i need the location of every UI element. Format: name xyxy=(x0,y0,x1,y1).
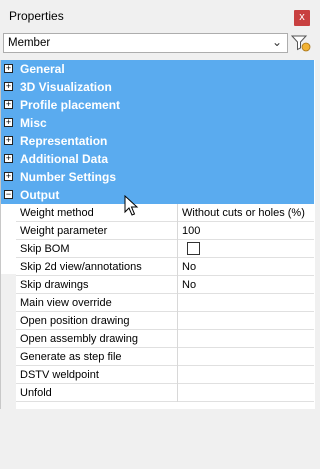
expand-icon[interactable]: + xyxy=(4,82,13,91)
property-row[interactable]: Weight parameter 100 xyxy=(16,222,314,240)
chevron-down-icon: ⌄ xyxy=(271,35,282,49)
expand-icon[interactable]: + xyxy=(4,64,13,73)
expand-icon[interactable]: + xyxy=(4,154,13,163)
panel-title: Properties xyxy=(9,9,64,23)
close-icon: x xyxy=(299,11,305,23)
property-row[interactable]: Open assembly drawing xyxy=(16,330,314,348)
category-label: Profile placement xyxy=(20,98,121,112)
property-row[interactable]: Skip drawings No xyxy=(16,276,314,294)
title-bar: Properties x xyxy=(0,0,315,32)
category-misc[interactable]: + Misc xyxy=(1,114,314,132)
column-divider[interactable] xyxy=(177,204,178,222)
property-row[interactable]: Skip BOM xyxy=(16,240,314,258)
property-name: DSTV weldpoint xyxy=(20,369,99,381)
category-label: Misc xyxy=(20,116,47,130)
property-name: Generate as step file xyxy=(20,351,122,363)
category-label: Output xyxy=(20,188,60,202)
column-divider[interactable] xyxy=(177,348,178,366)
filter-icon xyxy=(290,35,311,52)
property-name: Weight method xyxy=(20,207,94,219)
expand-icon[interactable]: + xyxy=(4,136,13,145)
column-divider[interactable] xyxy=(177,294,178,312)
expand-icon[interactable]: + xyxy=(4,100,13,109)
category-general[interactable]: + General xyxy=(1,60,314,78)
object-type-value: Member xyxy=(8,37,51,49)
property-row[interactable]: DSTV weldpoint xyxy=(16,366,314,384)
column-divider[interactable] xyxy=(177,258,178,276)
category-number-settings[interactable]: + Number Settings xyxy=(1,168,314,186)
skip-bom-checkbox[interactable] xyxy=(187,242,200,255)
property-value[interactable]: Without cuts or holes (%) xyxy=(182,207,305,219)
close-button[interactable]: x xyxy=(294,10,310,26)
object-type-dropdown[interactable]: Member ⌄ xyxy=(3,33,288,53)
property-row[interactable]: Open position drawing xyxy=(16,312,314,330)
property-row[interactable]: Main view override xyxy=(16,294,314,312)
property-row[interactable]: Generate as step file xyxy=(16,348,314,366)
filter-button[interactable] xyxy=(290,34,311,52)
category-label: 3D Visualization xyxy=(20,80,112,94)
property-row[interactable]: Weight method Without cuts or holes (%) xyxy=(16,204,314,222)
mouse-cursor-icon xyxy=(124,195,139,216)
category-additional-data[interactable]: + Additional Data xyxy=(1,150,314,168)
expand-icon[interactable]: + xyxy=(4,172,13,181)
category-output[interactable]: − Output xyxy=(1,186,314,204)
category-label: Additional Data xyxy=(20,152,109,166)
column-divider[interactable] xyxy=(177,384,178,402)
expand-icon[interactable]: + xyxy=(4,118,13,127)
column-divider[interactable] xyxy=(177,276,178,294)
property-row[interactable]: Unfold xyxy=(16,384,314,402)
property-name: Unfold xyxy=(20,387,52,399)
property-name: Open assembly drawing xyxy=(20,333,139,345)
collapse-icon[interactable]: − xyxy=(4,190,13,199)
category-label: Representation xyxy=(20,134,108,148)
property-value[interactable]: No xyxy=(182,261,196,273)
property-value[interactable]: No xyxy=(182,279,196,291)
property-name: Skip BOM xyxy=(20,243,70,255)
category-representation[interactable]: + Representation xyxy=(1,132,314,150)
column-divider[interactable] xyxy=(177,366,178,384)
property-row[interactable]: Skip 2d view/annotations No xyxy=(16,258,314,276)
category-label: General xyxy=(20,62,65,76)
property-grid: + General +3D Visualization + Profile placem… xyxy=(0,60,315,469)
property-value[interactable]: 100 xyxy=(182,225,200,237)
property-name: Main view override xyxy=(20,297,112,309)
column-divider[interactable] xyxy=(177,330,178,348)
column-divider[interactable] xyxy=(177,240,178,258)
row-gutter xyxy=(1,274,16,469)
category-profile-placement[interactable]: + Profile placement xyxy=(1,96,314,114)
property-name: Weight parameter xyxy=(20,225,108,237)
column-divider[interactable] xyxy=(177,222,178,240)
category-3d-visualization[interactable]: +3D Visualization xyxy=(1,78,314,96)
column-divider[interactable] xyxy=(177,312,178,330)
property-name: Skip drawings xyxy=(20,279,89,291)
property-name: Skip 2d view/annotations xyxy=(20,261,142,273)
category-label: Number Settings xyxy=(20,170,117,184)
property-name: Open position drawing xyxy=(20,315,130,327)
